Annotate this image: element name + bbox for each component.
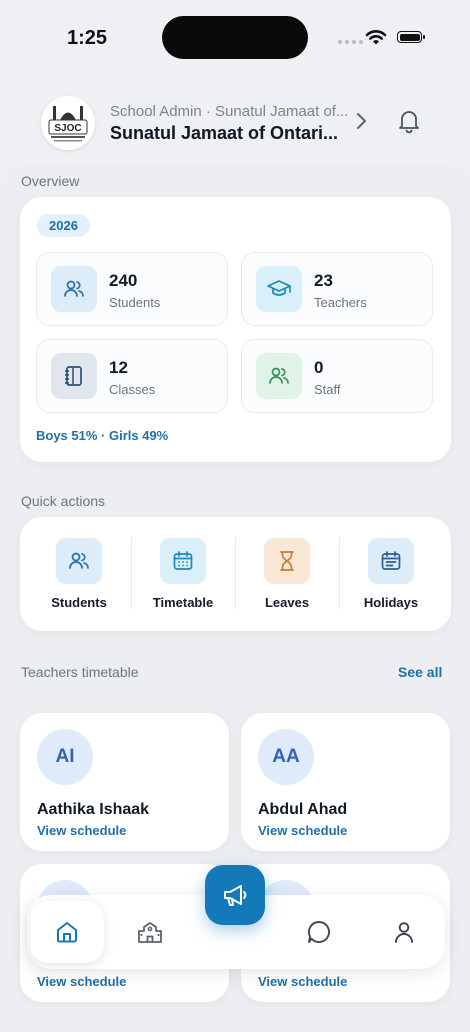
quick-action-label: Leaves <box>264 595 310 610</box>
stat-value: 12 <box>109 358 128 377</box>
teacher-card[interactable]: AI Aathika Ishaak View schedule <box>20 713 229 851</box>
stat-label: Staff <box>314 382 341 397</box>
see-all-link[interactable]: See all <box>398 664 442 680</box>
stat-students[interactable]: 240 Students <box>36 252 228 326</box>
hourglass-icon <box>264 538 310 584</box>
battery-icon <box>397 31 425 43</box>
stat-teachers[interactable]: 23 Teachers <box>241 252 433 326</box>
school-name[interactable]: Sunatul Jamaat of Ontari... <box>110 123 342 144</box>
school-role-subtitle: School Admin · Sunatul Jamaat of... <box>110 103 349 120</box>
announcement-button[interactable] <box>205 865 265 925</box>
stat-label: Teachers <box>314 295 367 310</box>
view-schedule-link[interactable]: View schedule <box>37 974 126 989</box>
quick-action-label: Timetable <box>152 595 214 610</box>
home-icon <box>57 922 77 943</box>
nav-chat[interactable] <box>282 901 356 963</box>
stat-staff[interactable]: 0 Staff <box>241 339 433 413</box>
teachers-timetable-label: Teachers timetable <box>21 664 139 680</box>
quick-actions-label: Quick actions <box>21 493 106 509</box>
overview-label: Overview <box>21 173 80 189</box>
school-logo-image: SJOC <box>41 96 95 150</box>
stat-value: 23 <box>314 271 333 290</box>
quick-action-leaves[interactable]: Leaves <box>235 517 339 631</box>
view-schedule-link[interactable]: View schedule <box>37 823 126 838</box>
notification-bell-icon[interactable] <box>396 108 422 134</box>
teacher-name: Abdul Ahad <box>258 801 348 818</box>
quick-action-timetable[interactable]: Timetable <box>131 517 235 631</box>
year-badge[interactable]: 2026 <box>37 214 90 237</box>
view-schedule-link[interactable]: View schedule <box>258 974 347 989</box>
quick-actions-card: Students Timetable Leaves Holidays <box>20 517 451 631</box>
avatar: AA <box>258 729 314 785</box>
calendar-list-icon <box>368 538 414 584</box>
stat-label: Students <box>109 295 161 310</box>
signal-icon <box>338 40 363 44</box>
school-icon <box>138 922 162 943</box>
students-icon <box>51 266 97 312</box>
logo-text: SJOC <box>54 123 81 134</box>
wifi-icon <box>365 30 387 45</box>
stat-value: 0 <box>314 358 324 377</box>
announcement-icon <box>224 885 247 906</box>
stat-classes[interactable]: 12 Classes <box>36 339 228 413</box>
dynamic-island <box>162 16 308 59</box>
avatar: AI <box>37 729 93 785</box>
teacher-card[interactable]: AA Abdul Ahad View schedule <box>241 713 450 851</box>
status-time: 1:25 <box>67 27 108 49</box>
stat-value: 240 <box>109 271 138 290</box>
nav-home[interactable] <box>30 901 104 963</box>
nav-profile[interactable] <box>367 901 441 963</box>
stat-label: Classes <box>109 382 156 397</box>
chat-icon <box>307 921 330 943</box>
graduation-cap-icon <box>256 266 302 312</box>
quick-action-students[interactable]: Students <box>27 517 131 631</box>
calendar-icon <box>160 538 206 584</box>
quick-action-label: Students <box>51 595 107 610</box>
gender-ratio: Boys 51% · Girls 49% <box>36 428 169 443</box>
teacher-name: Aathika Ishaak <box>37 801 150 818</box>
chevron-right-icon[interactable] <box>350 110 372 132</box>
nav-school[interactable] <box>113 901 187 963</box>
overview-card: 2026 240 Students 23 Teachers 12 Classes… <box>20 197 451 462</box>
quick-action-holidays[interactable]: Holidays <box>339 517 443 631</box>
view-schedule-link[interactable]: View schedule <box>258 823 347 838</box>
students-icon <box>56 538 102 584</box>
school-logo[interactable]: SJOC <box>41 96 95 150</box>
profile-icon <box>395 922 413 943</box>
notebook-icon <box>51 353 97 399</box>
app-header: SJOC School Admin · Sunatul Jamaat of...… <box>0 90 470 154</box>
quick-action-label: Holidays <box>363 595 419 610</box>
staff-icon <box>256 353 302 399</box>
status-bar: 1:25 <box>0 0 470 80</box>
